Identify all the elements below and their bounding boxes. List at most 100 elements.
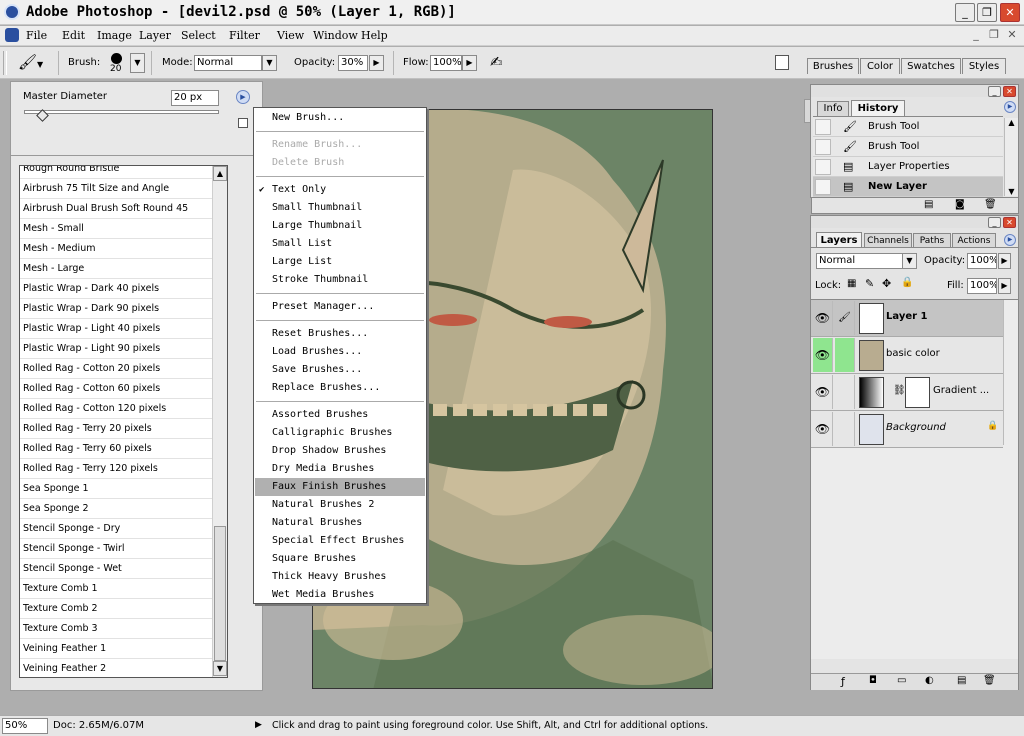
visibility-eye-icon[interactable]: 👁	[813, 375, 833, 409]
file-browser-icon[interactable]	[775, 55, 789, 70]
blend-mode-arrow[interactable]: ▼	[902, 253, 917, 269]
brush-list-item[interactable]: Stencil Sponge - Wet	[20, 559, 213, 579]
menu-edit[interactable]: Edit	[62, 29, 85, 42]
history-source-checkbox[interactable]	[815, 159, 831, 175]
history-item[interactable]: ▤ New Layer	[813, 177, 1003, 197]
grip-handle[interactable]	[3, 51, 7, 75]
layers-palette-titlebar[interactable]	[811, 216, 1018, 228]
layer-row[interactable]: 👁 Background 🔒	[811, 411, 1003, 448]
tab-swatches[interactable]: Swatches	[901, 58, 961, 74]
opacity-input[interactable]: 30%	[338, 55, 368, 71]
master-diameter-input[interactable]: 20 px	[171, 90, 219, 106]
adjustment-layer-icon[interactable]: ◐	[925, 675, 934, 686]
menu-image[interactable]: Image	[97, 29, 132, 42]
menu-item[interactable]: Natural Brushes	[255, 514, 425, 532]
link-toggle[interactable]	[835, 375, 855, 409]
layer-opacity-arrow[interactable]: ▶	[998, 253, 1011, 269]
doc-close-button[interactable]: ✕	[1004, 28, 1020, 43]
tab-paths[interactable]: Paths	[913, 233, 951, 248]
brush-list-item[interactable]: Veining Feather 1	[20, 639, 213, 659]
restore-button[interactable]: ❐	[977, 3, 997, 22]
brush-list-item[interactable]: Texture Comb 3	[20, 619, 213, 639]
brush-list-item[interactable]: Plastic Wrap - Light 40 pixels	[20, 319, 213, 339]
lock-move-icon[interactable]: ✥	[882, 277, 891, 290]
brush-list-item[interactable]: Rolled Rag - Terry 120 pixels	[20, 459, 213, 479]
new-document-icon[interactable]: ▤	[924, 199, 933, 210]
brush-list-item[interactable]: Airbrush 75 Tilt Size and Angle	[20, 179, 213, 199]
menu-item[interactable]: Calligraphic Brushes	[255, 424, 425, 442]
layers-scrollbar[interactable]	[1003, 300, 1017, 445]
new-set-icon[interactable]: ▭	[897, 675, 906, 686]
tab-actions[interactable]: Actions	[952, 233, 996, 248]
history-palette-titlebar[interactable]	[811, 85, 1018, 97]
menu-view[interactable]: View	[277, 29, 304, 42]
snapshot-icon[interactable]: ◙	[955, 199, 965, 210]
brush-picker-toggle[interactable]: ▼	[130, 53, 145, 73]
link-toggle[interactable]: 🖌	[835, 301, 855, 335]
title-bar[interactable]: Adobe Photoshop - [devil2.psd @ 50% (Lay…	[0, 0, 1024, 25]
airbrush-toggle-icon[interactable]: ✍	[490, 53, 503, 71]
zoom-field[interactable]: 50%	[2, 718, 48, 734]
status-menu-arrow[interactable]: ▶	[255, 720, 262, 730]
brush-list-item[interactable]: Texture Comb 1	[20, 579, 213, 599]
tab-layers[interactable]: Layers	[816, 232, 862, 248]
brush-list-scrollbar[interactable]: ▲ ▼	[212, 166, 227, 677]
fill-arrow[interactable]: ▶	[998, 278, 1011, 294]
menu-layer[interactable]: Layer	[139, 29, 171, 42]
menu-item[interactable]: Save Brushes...	[255, 361, 425, 379]
minimize-button[interactable]: _	[955, 3, 975, 22]
layer-row[interactable]: 👁 basic color	[811, 337, 1003, 374]
add-mask-icon[interactable]: ◘	[869, 675, 877, 686]
visibility-eye-icon[interactable]: 👁	[813, 412, 833, 446]
brush-list-item[interactable]: Veining Feather 2	[20, 659, 213, 677]
brush-list-item[interactable]: Rolled Rag - Cotton 20 pixels	[20, 359, 213, 379]
diameter-slider-track[interactable]	[24, 110, 219, 114]
layers-menu-icon[interactable]: ▶	[1004, 234, 1016, 246]
brush-list-item[interactable]: Mesh - Medium	[20, 239, 213, 259]
layer-style-icon[interactable]: ƒ	[841, 675, 845, 688]
menu-help[interactable]: Help	[361, 29, 388, 42]
brush-list-item[interactable]: Rough Round Bristle	[20, 166, 213, 179]
brush-list-item[interactable]: Texture Comb 2	[20, 599, 213, 619]
lock-all-icon[interactable]: 🔒	[901, 277, 913, 288]
tab-brushes[interactable]: Brushes	[807, 58, 859, 74]
layer-mask-thumbnail[interactable]	[905, 377, 930, 408]
layer-row[interactable]: 👁 🖌 Layer 1	[811, 300, 1003, 337]
brush-preview[interactable]: 20	[104, 50, 130, 76]
menu-item[interactable]: Special Effect Brushes	[255, 532, 425, 550]
brush-list-item[interactable]: Mesh - Small	[20, 219, 213, 239]
brush-list-item[interactable]: Rolled Rag - Cotton 120 pixels	[20, 399, 213, 419]
opacity-slider-button[interactable]: ▶	[369, 55, 384, 71]
menu-item[interactable]: Natural Brushes 2	[255, 496, 425, 514]
brush-list-item[interactable]: Plastic Wrap - Dark 40 pixels	[20, 279, 213, 299]
mode-dropdown-arrow[interactable]: ▼	[262, 55, 277, 71]
menu-item[interactable]: New Brush...	[255, 109, 425, 127]
history-close-button[interactable]: ✕	[1003, 86, 1016, 97]
link-toggle[interactable]	[835, 412, 855, 446]
brush-list-item[interactable]: Plastic Wrap - Dark 90 pixels	[20, 299, 213, 319]
brush-list-item[interactable]: Sea Sponge 2	[20, 499, 213, 519]
scroll-thumb[interactable]	[214, 526, 226, 661]
scroll-down-arrow[interactable]: ▼	[213, 661, 227, 676]
layers-minimize-button[interactable]: _	[988, 217, 1001, 228]
tab-channels[interactable]: Channels	[864, 233, 912, 248]
menu-item[interactable]: Thick Heavy Brushes	[255, 568, 425, 586]
lock-transparency-icon[interactable]: ▦	[847, 278, 856, 289]
doc-minimize-button[interactable]: _	[968, 28, 984, 43]
brush-list-item[interactable]: Rolled Rag - Terry 60 pixels	[20, 439, 213, 459]
blend-mode-select[interactable]: Normal	[816, 253, 906, 269]
menu-window[interactable]: Window	[313, 29, 358, 42]
brush-list-item[interactable]: Mesh - Large	[20, 259, 213, 279]
history-menu-icon[interactable]: ▶	[1004, 101, 1016, 113]
mode-select[interactable]: Normal	[194, 55, 262, 71]
brush-list-item[interactable]: Stencil Sponge - Twirl	[20, 539, 213, 559]
menu-item[interactable]: Faux Finish Brushes	[255, 478, 425, 496]
new-layer-icon[interactable]: ▤	[957, 675, 966, 686]
history-source-checkbox[interactable]	[815, 119, 831, 135]
brush-list-item[interactable]: Airbrush Dual Brush Soft Round 45	[20, 199, 213, 219]
picker-menu-icon[interactable]: ▶	[236, 90, 250, 104]
brush-list-item[interactable]: Stencil Sponge - Dry	[20, 519, 213, 539]
tab-info[interactable]: Info	[817, 101, 849, 116]
history-item[interactable]: ▤ Layer Properties	[813, 157, 1003, 177]
menu-item[interactable]: Large Thumbnail	[255, 217, 425, 235]
